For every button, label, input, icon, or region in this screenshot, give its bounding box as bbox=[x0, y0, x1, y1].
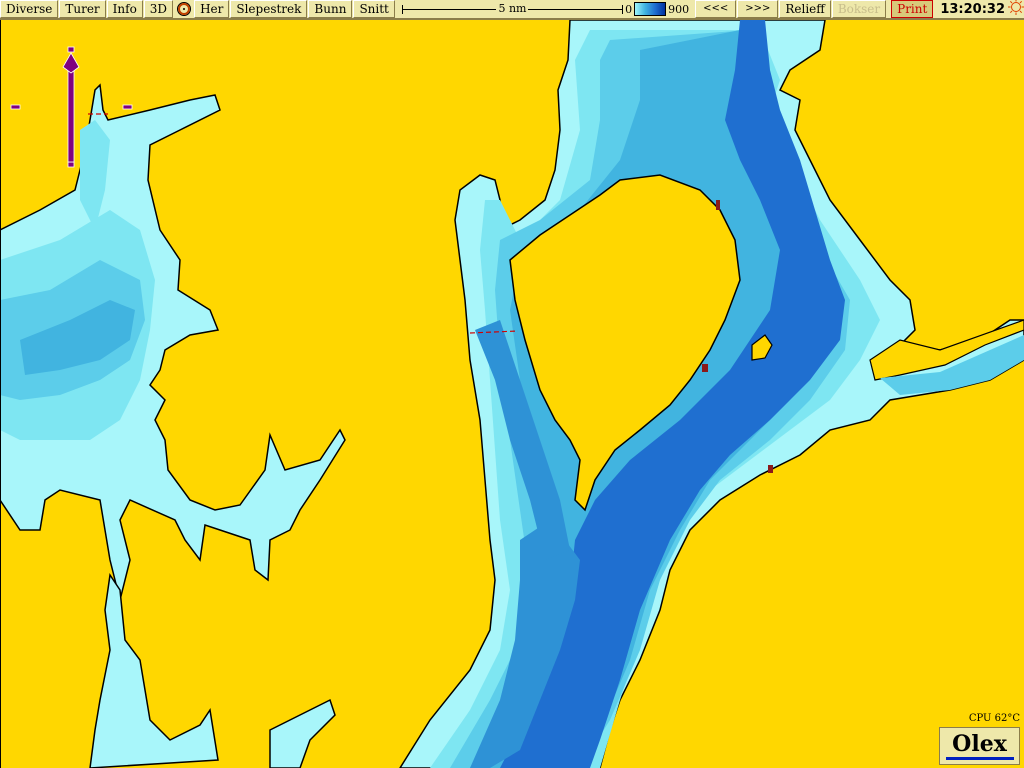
3d-button[interactable]: 3D bbox=[143, 0, 174, 18]
toolbar: Diverse Turer Info 3D Her Slepestrek Bun… bbox=[0, 0, 1024, 20]
nav-back-button[interactable]: <<< bbox=[695, 0, 737, 18]
slepestrek-button[interactable]: Slepestrek bbox=[230, 0, 308, 18]
depth-gradient bbox=[634, 2, 667, 16]
depth-legend[interactable]: 0 900 bbox=[625, 2, 689, 16]
bokser-button[interactable]: Bokser bbox=[831, 0, 887, 18]
target-icon[interactable] bbox=[176, 1, 192, 17]
main-fjord bbox=[399, 20, 1024, 768]
olex-logo[interactable]: Olex bbox=[939, 727, 1020, 765]
depth-min: 0 bbox=[625, 2, 633, 16]
scale-label: 5 nm bbox=[496, 2, 529, 15]
southwest-channel-water bbox=[89, 572, 219, 768]
cpu-temperature: CPU 62°C bbox=[968, 713, 1020, 724]
sun-icon[interactable] bbox=[1008, 0, 1024, 19]
marker bbox=[716, 200, 720, 210]
nav-forward-button[interactable]: >>> bbox=[737, 0, 779, 18]
logo-underline bbox=[945, 756, 1014, 760]
chart-map[interactable] bbox=[0, 20, 1024, 768]
bunn-button[interactable]: Bunn bbox=[308, 0, 353, 18]
diverse-button[interactable]: Diverse bbox=[0, 0, 59, 18]
south-inlet-water bbox=[269, 698, 336, 768]
marker bbox=[702, 364, 708, 372]
clock: 13:20:32 bbox=[940, 1, 1005, 17]
info-button[interactable]: Info bbox=[106, 0, 143, 18]
north-arrow-icon bbox=[10, 46, 133, 168]
print-button[interactable]: Print bbox=[891, 0, 934, 18]
scale-bar: 5 nm bbox=[400, 1, 625, 17]
depth-max: 900 bbox=[668, 2, 690, 16]
logo-text: Olex bbox=[952, 730, 1007, 757]
southwest-channel bbox=[89, 572, 336, 768]
snitt-button[interactable]: Snitt bbox=[353, 0, 395, 18]
her-button[interactable]: Her bbox=[194, 0, 230, 18]
relief-button[interactable]: Relieff bbox=[779, 0, 831, 18]
marker bbox=[768, 465, 773, 473]
turer-button[interactable]: Turer bbox=[59, 0, 106, 18]
